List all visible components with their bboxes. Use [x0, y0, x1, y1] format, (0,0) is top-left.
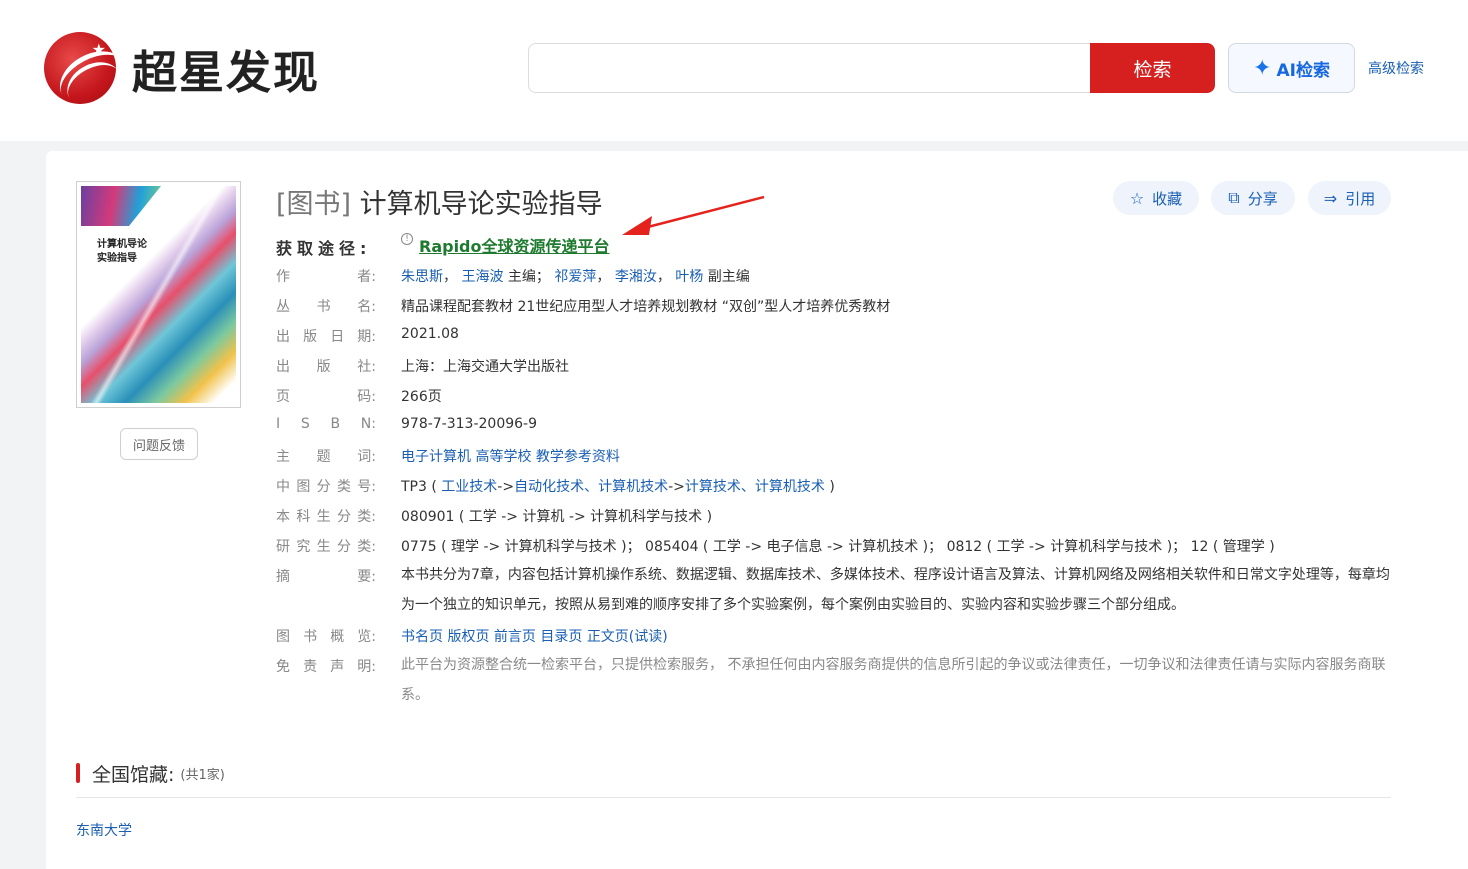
access-label: 获取途径:: [276, 239, 372, 258]
book-detail-card: [46, 151, 1468, 869]
preview-link[interactable]: 版权页: [447, 629, 489, 645]
logo-icon: ★: [44, 32, 116, 104]
clc-value: TP3 ( 工业技术->自动化技术、计算机技术->计算技术、计算机技术 ): [401, 479, 835, 495]
date-value: 2021.08: [401, 326, 459, 342]
holdings-header: 全国馆藏: (共1家): [76, 761, 225, 786]
subjects: 电子计算机 高等学校 教学参考资料: [401, 446, 620, 466]
logo-text: 超星发现: [132, 45, 321, 99]
clc-link[interactable]: 工业技术: [441, 479, 497, 495]
preview-link[interactable]: 前言页: [494, 629, 536, 645]
cover-series-text: [164, 198, 228, 204]
rapido-link[interactable]: Rapido全球资源传递平台: [419, 233, 610, 257]
favorite-button[interactable]: ☆ 收藏: [1113, 181, 1199, 215]
info-icon: !: [401, 233, 413, 245]
preview-link[interactable]: 目录页: [540, 629, 582, 645]
grad-class-value: 0775 ( 理学 -> 计算机科学与技术 )； 085404 ( 工学 -> …: [401, 539, 1275, 555]
sparkle-icon: ✦: [1253, 55, 1272, 81]
annotation-arrow: [622, 195, 765, 235]
previews: 书名页 版权页 前言页 目录页 正文页(试读): [401, 626, 668, 646]
author-link[interactable]: 王海波: [461, 269, 503, 285]
cover-title: 计算机导论 实验指导: [97, 239, 147, 264]
author-link[interactable]: 祁爱萍: [554, 269, 596, 285]
subject-link[interactable]: 教学参考资料: [536, 449, 620, 465]
holdings-count: (共1家): [180, 767, 225, 783]
ai-search-label: AI检索: [1276, 60, 1330, 81]
holding-library-link[interactable]: 东南大学: [76, 820, 132, 840]
author-link[interactable]: 李湘汝: [615, 269, 657, 285]
clc-link[interactable]: 计算技术、计算机技术: [685, 479, 825, 495]
feedback-button[interactable]: 问题反馈: [120, 428, 198, 460]
cite-button[interactable]: ⇒ 引用: [1308, 181, 1391, 215]
share-button[interactable]: ⧉ 分享: [1211, 181, 1295, 215]
book-title-text: 计算机导论实验指导: [359, 189, 603, 220]
pages-value: 266页: [401, 389, 442, 405]
book-title: [图书] 计算机导论实验指导: [276, 182, 603, 221]
author-link[interactable]: 朱思斯: [401, 269, 443, 285]
preview-link[interactable]: 书名页: [401, 629, 443, 645]
series-value: 精品课程配套教材 21世纪应用型人才培养规划教材 “双创”型人才培养优秀教材: [401, 299, 891, 315]
preview-link[interactable]: 正文页(试读): [587, 629, 668, 645]
isbn-value: 978-7-313-20096-9: [401, 416, 538, 432]
search-button[interactable]: 检索: [1090, 43, 1215, 93]
subject-link[interactable]: 高等学校: [475, 449, 531, 465]
share-icon: ⧉: [1228, 188, 1240, 207]
divider: [76, 797, 1391, 798]
clc-link[interactable]: 自动化技术、计算机技术: [514, 479, 668, 495]
search-box: [528, 43, 1091, 93]
undergrad-class-value: 080901 ( 工学 -> 计算机 -> 计算机科学与技术 ): [401, 509, 713, 525]
ai-search-button[interactable]: ✦ AI检索: [1228, 43, 1355, 93]
publisher-value: 上海：上海交通大学出版社: [401, 359, 569, 375]
book-cover[interactable]: 计算机导论 实验指导: [76, 181, 241, 408]
disclaimer-text: 此平台为资源整合统一检索平台，只提供检索服务， 不承担任何由内容服务商提供的信息…: [401, 657, 1386, 703]
star-icon: ☆: [1129, 188, 1145, 208]
book-type: [图书]: [276, 189, 352, 220]
cite-icon: ⇒: [1323, 188, 1338, 208]
author-link[interactable]: 叶杨: [675, 269, 703, 285]
advanced-search-link[interactable]: 高级检索: [1368, 58, 1424, 78]
chaoxing-logo[interactable]: ★ 超星发现: [44, 32, 320, 104]
holdings-title: 全国馆藏:: [92, 763, 175, 786]
abstract-text: 本书共分为7章，内容包括计算机操作系统、数据逻辑、数据库技术、多媒体技术、程序设…: [401, 567, 1390, 613]
subject-link[interactable]: 电子计算机: [401, 449, 471, 465]
search-input[interactable]: [529, 44, 1091, 92]
authors: 朱思斯， 王海波 主编； 祁爱萍， 李湘汝， 叶杨 副主编: [401, 269, 750, 285]
